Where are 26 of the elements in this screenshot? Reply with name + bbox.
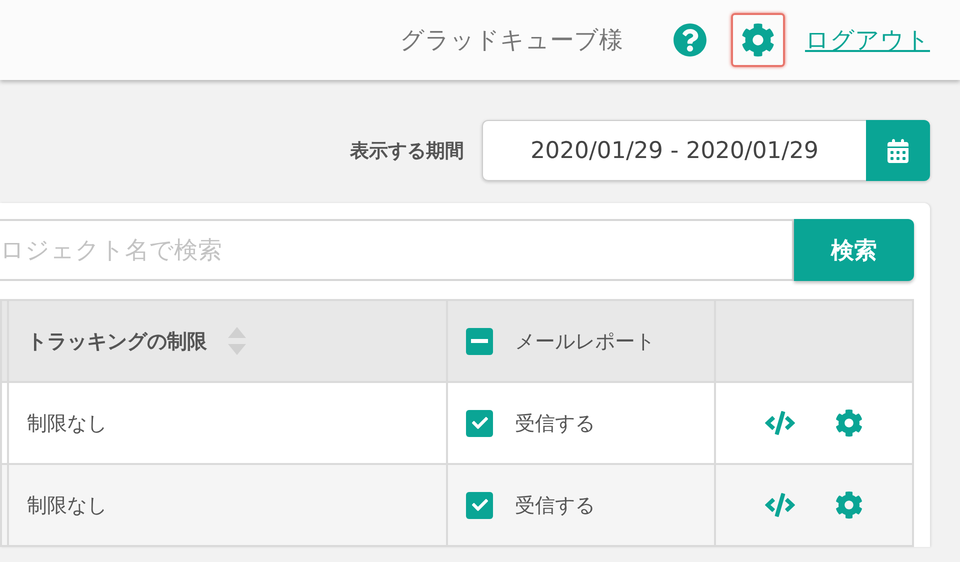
period-label: 表示する期間	[350, 138, 464, 164]
code-icon[interactable]	[765, 408, 795, 438]
checkbox-label: 受信する	[515, 410, 595, 436]
help-icon[interactable]	[673, 23, 707, 57]
calendar-icon[interactable]	[886, 138, 910, 162]
column-header: トラッキングの制限	[27, 328, 207, 354]
checkbox-label: 受信する	[515, 492, 595, 518]
select-all-checkbox[interactable]	[466, 328, 493, 354]
search-field[interactable]: ロジェクト名で検索	[0, 219, 794, 281]
table-cell: 制限なし	[27, 492, 107, 516]
search-button[interactable]: 検索	[794, 219, 914, 281]
gear-icon[interactable]	[741, 23, 775, 57]
table-cell: 制限なし	[27, 410, 107, 434]
code-icon[interactable]	[765, 490, 795, 520]
row-checkbox[interactable]	[466, 410, 493, 436]
calendar-button[interactable]	[866, 120, 930, 181]
settings-icon[interactable]	[835, 409, 863, 437]
check-icon	[472, 415, 488, 431]
logout-link[interactable]: ログアウト	[805, 24, 930, 56]
settings-icon[interactable]	[835, 491, 863, 519]
column-header: メールレポート	[515, 328, 655, 354]
user-name: グラッドキューブ様	[400, 25, 623, 56]
check-icon	[472, 497, 488, 513]
settings-button[interactable]	[731, 13, 785, 67]
date-range-field[interactable]: 2020/01/29 - 2020/01/29	[482, 120, 866, 181]
row-checkbox[interactable]	[466, 492, 493, 518]
